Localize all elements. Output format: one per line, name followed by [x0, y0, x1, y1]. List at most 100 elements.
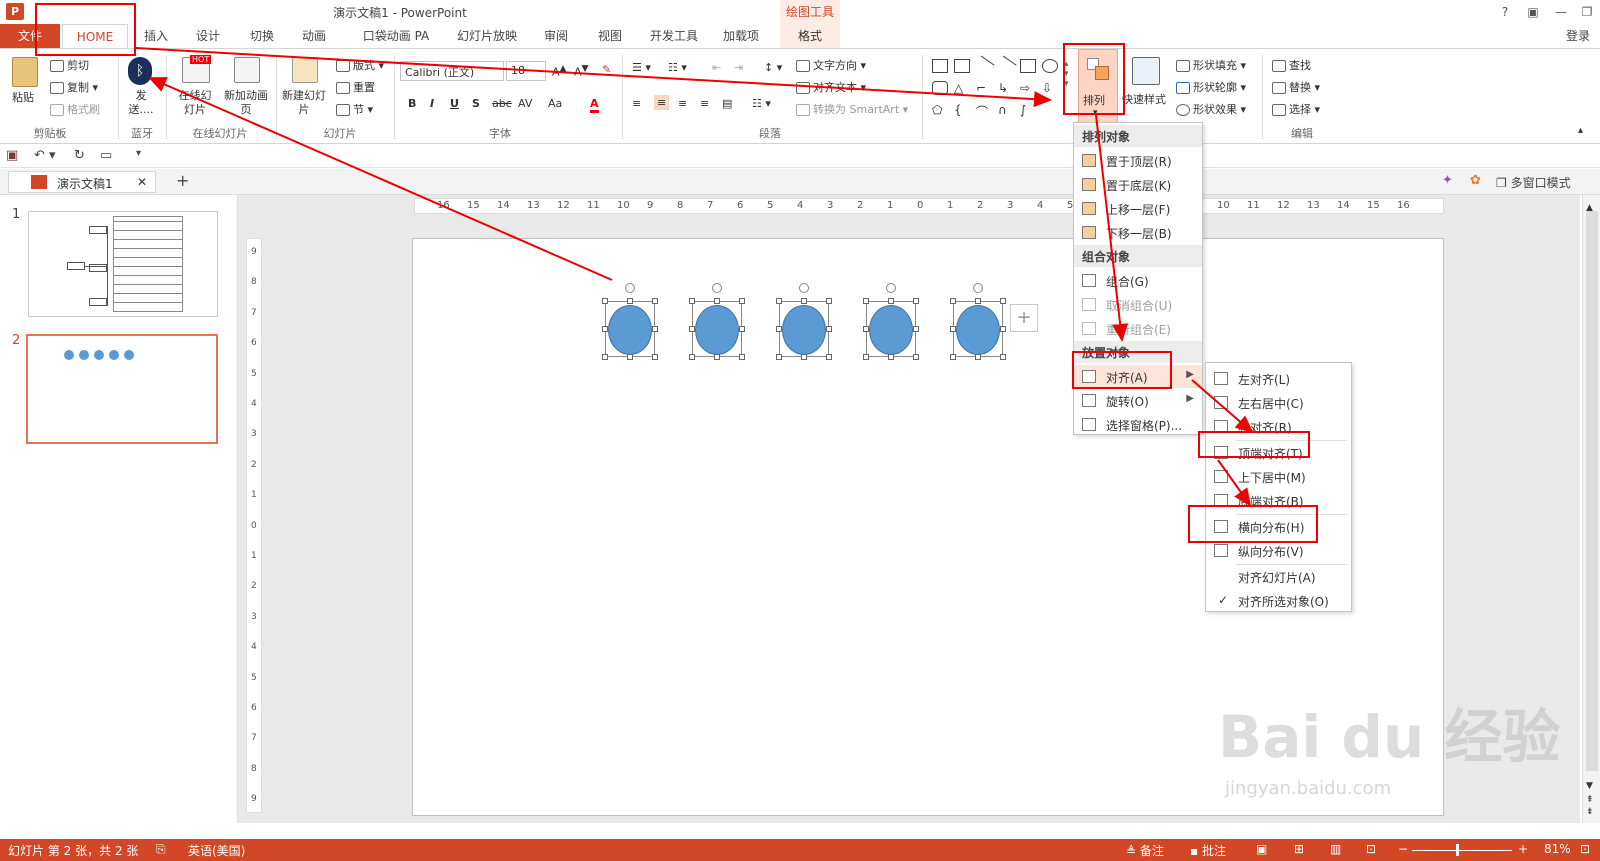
vertical-textbox-shape-icon[interactable]: [954, 59, 970, 73]
help-icon[interactable]: ?: [1492, 2, 1518, 22]
language-status[interactable]: 英语(美国): [188, 842, 245, 859]
selected-circle-shape[interactable]: [776, 283, 832, 360]
tab-file[interactable]: 文件: [0, 24, 60, 48]
gear-icon[interactable]: ✿: [1470, 173, 1481, 188]
align-center-icon[interactable]: ≡: [654, 95, 670, 110]
customize-qat-icon[interactable]: ▾: [136, 148, 141, 159]
slide-thumbnail-2[interactable]: [26, 334, 218, 444]
resize-handle[interactable]: [739, 354, 745, 360]
new-page-icon[interactable]: [234, 57, 260, 83]
menu-item-distribute-vertically[interactable]: 纵向分布(V): [1206, 539, 1351, 562]
restore-icon[interactable]: ❐: [1574, 2, 1600, 22]
grow-font-icon[interactable]: A▲: [552, 63, 567, 79]
slide-sorter-icon[interactable]: ⊞: [1294, 842, 1304, 856]
normal-view-icon[interactable]: ▣: [1256, 842, 1267, 856]
fit-slide-icon[interactable]: ⊡: [1580, 842, 1590, 856]
menu-item-rotate[interactable]: 旋转(O) ▶: [1074, 389, 1202, 412]
shape-fill-button[interactable]: 形状填充 ▾: [1176, 57, 1246, 73]
resize-handle[interactable]: [913, 354, 919, 360]
resize-handle[interactable]: [913, 298, 919, 304]
resize-handle[interactable]: [714, 298, 720, 304]
resize-handle[interactable]: [975, 298, 981, 304]
justify-icon[interactable]: ≡: [700, 97, 709, 110]
paste-icon[interactable]: [12, 57, 38, 87]
resize-handle[interactable]: [801, 298, 807, 304]
elbow-arrow-shape-icon[interactable]: ↳: [998, 81, 1014, 95]
tab-format[interactable]: 格式: [780, 24, 840, 48]
scroll-down-icon[interactable]: ▼: [1586, 781, 1593, 791]
distributed-icon[interactable]: ▤: [722, 97, 732, 110]
elbow-shape-icon[interactable]: ⌐: [976, 81, 992, 95]
right-arrow-shape-icon[interactable]: ⇨: [1020, 81, 1036, 95]
new-tab-icon[interactable]: +: [176, 171, 189, 190]
text-direction-button[interactable]: 文字方向 ▾: [796, 57, 866, 73]
cut-button[interactable]: 剪切: [50, 57, 89, 73]
spellcheck-icon[interactable]: ⎘: [156, 842, 166, 857]
menu-item-align-center[interactable]: 左右居中(C): [1206, 391, 1351, 414]
columns-icon[interactable]: ☷ ▾: [752, 97, 771, 110]
menu-item-send-backward[interactable]: 下移一层(B): [1074, 221, 1202, 244]
tab-review[interactable]: 审阅: [538, 24, 574, 48]
format-painter-button[interactable]: 格式刷: [50, 101, 100, 117]
selected-circle-shape[interactable]: [689, 283, 745, 360]
brace-shape-icon[interactable]: {: [954, 103, 970, 117]
line-spacing-icon[interactable]: ↕ ▾: [764, 61, 782, 74]
new-slide-button[interactable]: 新建幻灯片: [282, 89, 326, 117]
tab-pocket-animation[interactable]: 口袋动画 PA: [356, 24, 436, 48]
resize-handle[interactable]: [689, 298, 695, 304]
tab-transitions[interactable]: 切换: [244, 24, 280, 48]
tab-addins[interactable]: 加载项: [716, 24, 766, 48]
oval-shape-icon[interactable]: [1042, 59, 1058, 73]
tab-slideshow[interactable]: 幻灯片放映: [452, 24, 522, 48]
menu-item-align-selected[interactable]: ✓ 对齐所选对象(O): [1206, 589, 1351, 612]
resize-handle[interactable]: [826, 354, 832, 360]
menu-item-distribute-horizontally[interactable]: 横向分布(H): [1206, 515, 1351, 538]
resize-handle[interactable]: [826, 326, 832, 332]
resize-handle[interactable]: [689, 354, 695, 360]
rotate-handle-icon[interactable]: [799, 283, 809, 293]
menu-item-align-middle[interactable]: 上下居中(M): [1206, 465, 1351, 488]
new-slide-icon[interactable]: [292, 57, 318, 83]
reading-view-icon[interactable]: ▥: [1330, 842, 1341, 856]
resize-handle[interactable]: [652, 354, 658, 360]
tab-insert[interactable]: 插入: [138, 24, 174, 48]
rotate-handle-icon[interactable]: [886, 283, 896, 293]
new-animation-page-button[interactable]: 新加动画页: [224, 89, 268, 117]
strikethrough-button[interactable]: abc: [492, 97, 512, 110]
resize-handle[interactable]: [602, 326, 608, 332]
resize-handle[interactable]: [689, 326, 695, 332]
decrease-indent-icon[interactable]: ⇤: [712, 61, 721, 74]
resize-handle[interactable]: [739, 298, 745, 304]
resize-handle[interactable]: [863, 298, 869, 304]
selected-circle-shape[interactable]: [863, 283, 919, 360]
textbox-shape-icon[interactable]: [932, 59, 948, 73]
clear-format-icon[interactable]: ✎: [602, 63, 611, 76]
rotate-handle-icon[interactable]: [712, 283, 722, 293]
resize-handle[interactable]: [913, 326, 919, 332]
tab-home[interactable]: HOME: [62, 24, 128, 49]
resize-handle[interactable]: [826, 298, 832, 304]
resize-handle[interactable]: [863, 326, 869, 332]
numbering-icon[interactable]: ☷ ▾: [668, 61, 687, 74]
underline-button[interactable]: U: [450, 97, 459, 110]
increase-indent-icon[interactable]: ⇥: [734, 61, 743, 74]
arc-shape-icon[interactable]: ∩: [998, 103, 1014, 117]
resize-handle[interactable]: [602, 354, 608, 360]
paste-button[interactable]: 粘贴: [12, 89, 34, 105]
quick-styles-icon[interactable]: [1132, 57, 1160, 85]
resize-handle[interactable]: [714, 354, 720, 360]
layout-button[interactable]: 版式 ▾: [336, 57, 384, 73]
save-icon[interactable]: ▣: [6, 148, 18, 163]
resize-handle[interactable]: [1000, 326, 1006, 332]
resize-handle[interactable]: [776, 354, 782, 360]
section-button[interactable]: 节 ▾: [336, 101, 373, 117]
align-left-icon[interactable]: ≡: [632, 97, 641, 110]
ribbon-display-icon[interactable]: ▣: [1520, 2, 1546, 22]
tab-animations[interactable]: 动画: [296, 24, 332, 48]
tab-developer[interactable]: 开发工具: [644, 24, 704, 48]
online-slide-button[interactable]: 在线幻灯片: [174, 89, 216, 117]
font-size-input[interactable]: 18: [506, 61, 546, 81]
align-right-icon[interactable]: ≡: [678, 97, 687, 110]
resize-handle[interactable]: [863, 354, 869, 360]
shape-outline-button[interactable]: 形状轮廓 ▾: [1176, 79, 1246, 95]
